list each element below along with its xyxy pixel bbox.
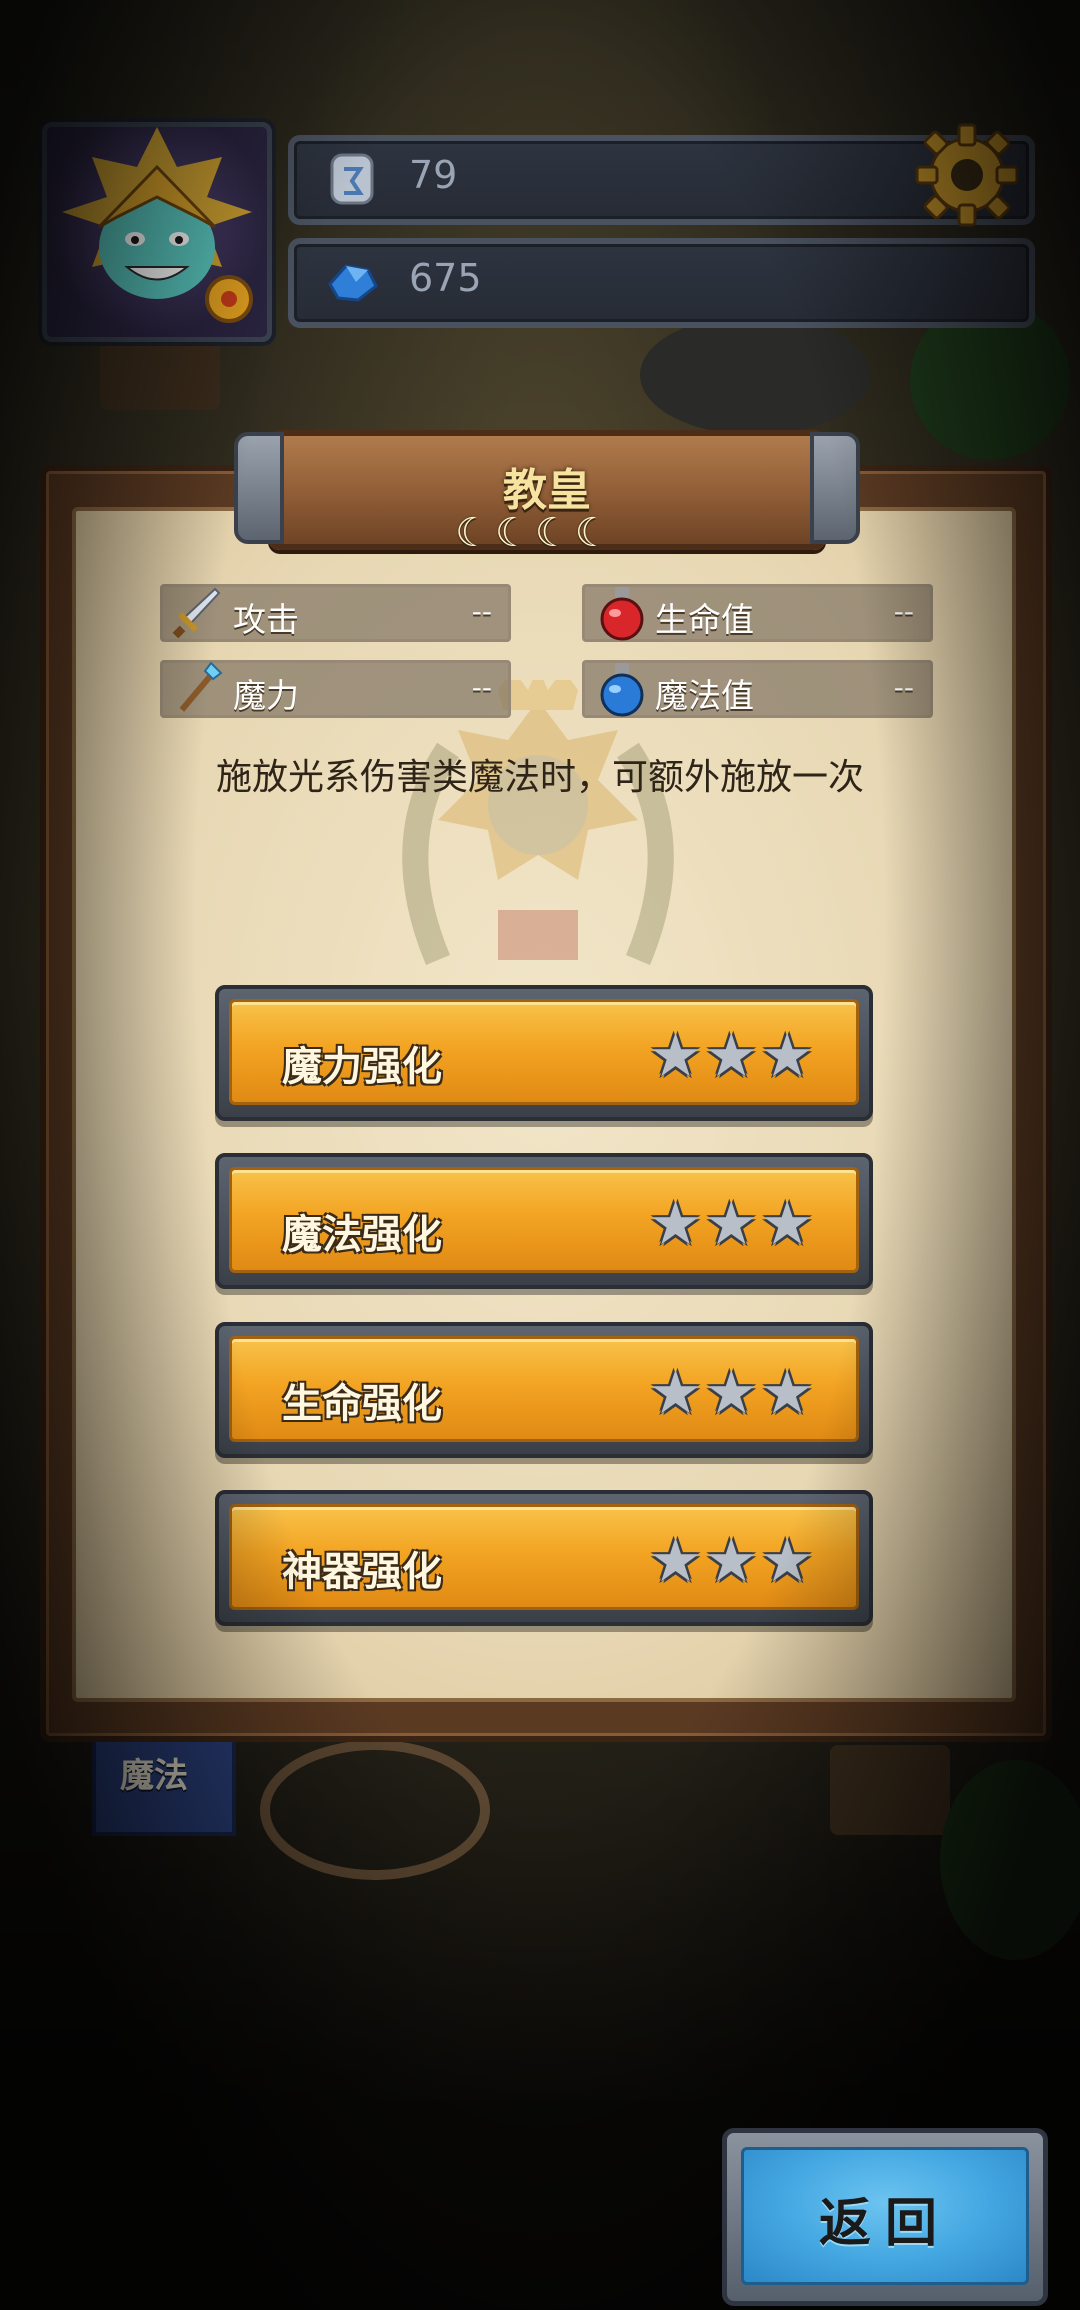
stat-magic-power: 魔力 -- (160, 660, 511, 718)
upgrade-stars: ★★★ (647, 1359, 814, 1427)
sword-icon (172, 587, 221, 639)
talent-title: 教皇 (503, 465, 591, 516)
upgrade-label: 魔法强化 (282, 1212, 442, 1258)
moon-icon: ☾ (534, 510, 571, 556)
red-potion-icon (600, 587, 644, 641)
gear-icon[interactable] (912, 120, 1022, 230)
rank-moons: ☾ ☾ ☾ ☾ (455, 510, 614, 556)
upgrade-label: 神器强化 (282, 1549, 442, 1595)
upgrade-button-face: 神器强化 ★★★ (229, 1504, 859, 1610)
upgrade-life-button[interactable]: 生命强化 ★★★ (215, 1322, 873, 1458)
magic-staff-icon (179, 661, 223, 712)
stat-mp-value: -- (893, 671, 914, 704)
star-icon: ★ (704, 1358, 759, 1428)
star-icon: ★ (648, 1021, 703, 1091)
crate-decoration (100, 340, 220, 410)
star-icon: ★ (648, 1526, 703, 1596)
back-button-label: 返回 (818, 2194, 951, 2254)
hero-avatar[interactable] (42, 122, 272, 342)
stat-mp: 魔法值 -- (582, 660, 933, 718)
stat-hp: 生命值 -- (582, 584, 933, 642)
crystal-resource-bar: 675 (288, 238, 1035, 328)
blue-potion-icon (600, 663, 644, 717)
stat-hp-value: -- (893, 595, 914, 628)
skull-rock-decoration (640, 315, 870, 435)
star-icon: ★ (760, 1021, 814, 1091)
rune-stone-icon (330, 153, 374, 205)
upgrade-stars: ★★★ (647, 1022, 814, 1090)
star-icon: ★ (704, 1021, 759, 1091)
upgrade-magic-power-button[interactable]: 魔力强化 ★★★ (215, 985, 873, 1121)
rune-count: 79 (409, 153, 458, 197)
star-icon: ★ (648, 1189, 703, 1259)
jungle-leaves-decoration-2 (940, 1760, 1080, 1960)
stat-mp-label: 魔法值 (655, 676, 754, 715)
upgrade-button-face: 魔法强化 ★★★ (229, 1167, 859, 1273)
stat-magic-power-value: -- (471, 671, 492, 704)
crystal-count: 675 (409, 256, 482, 300)
magic-banner-label: 魔法 (120, 1756, 188, 1796)
back-button[interactable]: 返回 (722, 2128, 1048, 2306)
rope-decoration (260, 1740, 490, 1880)
star-icon: ★ (704, 1526, 759, 1596)
stat-attack-label: 攻击 (233, 600, 299, 639)
moon-icon: ☾ (455, 510, 491, 556)
hero-portrait-icon (62, 127, 253, 323)
moon-icon: ☾ (574, 510, 611, 556)
upgrade-stars: ★★★ (647, 1527, 814, 1595)
upgrade-artifact-button[interactable]: 神器强化 ★★★ (215, 1490, 873, 1626)
blue-crystal-icon (328, 264, 378, 302)
star-icon: ★ (760, 1189, 814, 1259)
upgrade-button-face: 魔力强化 ★★★ (229, 999, 859, 1105)
star-icon: ★ (704, 1189, 759, 1259)
pope-emblem-icon (402, 680, 674, 965)
stat-hp-label: 生命值 (655, 600, 754, 639)
stat-magic-power-label: 魔力 (233, 676, 299, 715)
upgrade-label: 生命强化 (282, 1381, 442, 1427)
upgrade-stars: ★★★ (647, 1190, 814, 1258)
chest-decoration (830, 1745, 950, 1835)
star-icon: ★ (648, 1358, 703, 1428)
upgrade-magic-button[interactable]: 魔法强化 ★★★ (215, 1153, 873, 1289)
stat-attack: 攻击 -- (160, 584, 511, 642)
stat-attack-value: -- (471, 595, 492, 628)
upgrade-button-face: 生命强化 ★★★ (229, 1336, 859, 1442)
moon-icon: ☾ (494, 510, 531, 556)
upgrade-label: 魔力强化 (282, 1044, 442, 1090)
magic-banner: 魔法 (92, 1740, 236, 1836)
star-icon: ★ (760, 1526, 814, 1596)
star-icon: ★ (760, 1358, 814, 1428)
talent-description: 施放光系伤害类魔法时，可额外施放一次 (215, 757, 864, 798)
